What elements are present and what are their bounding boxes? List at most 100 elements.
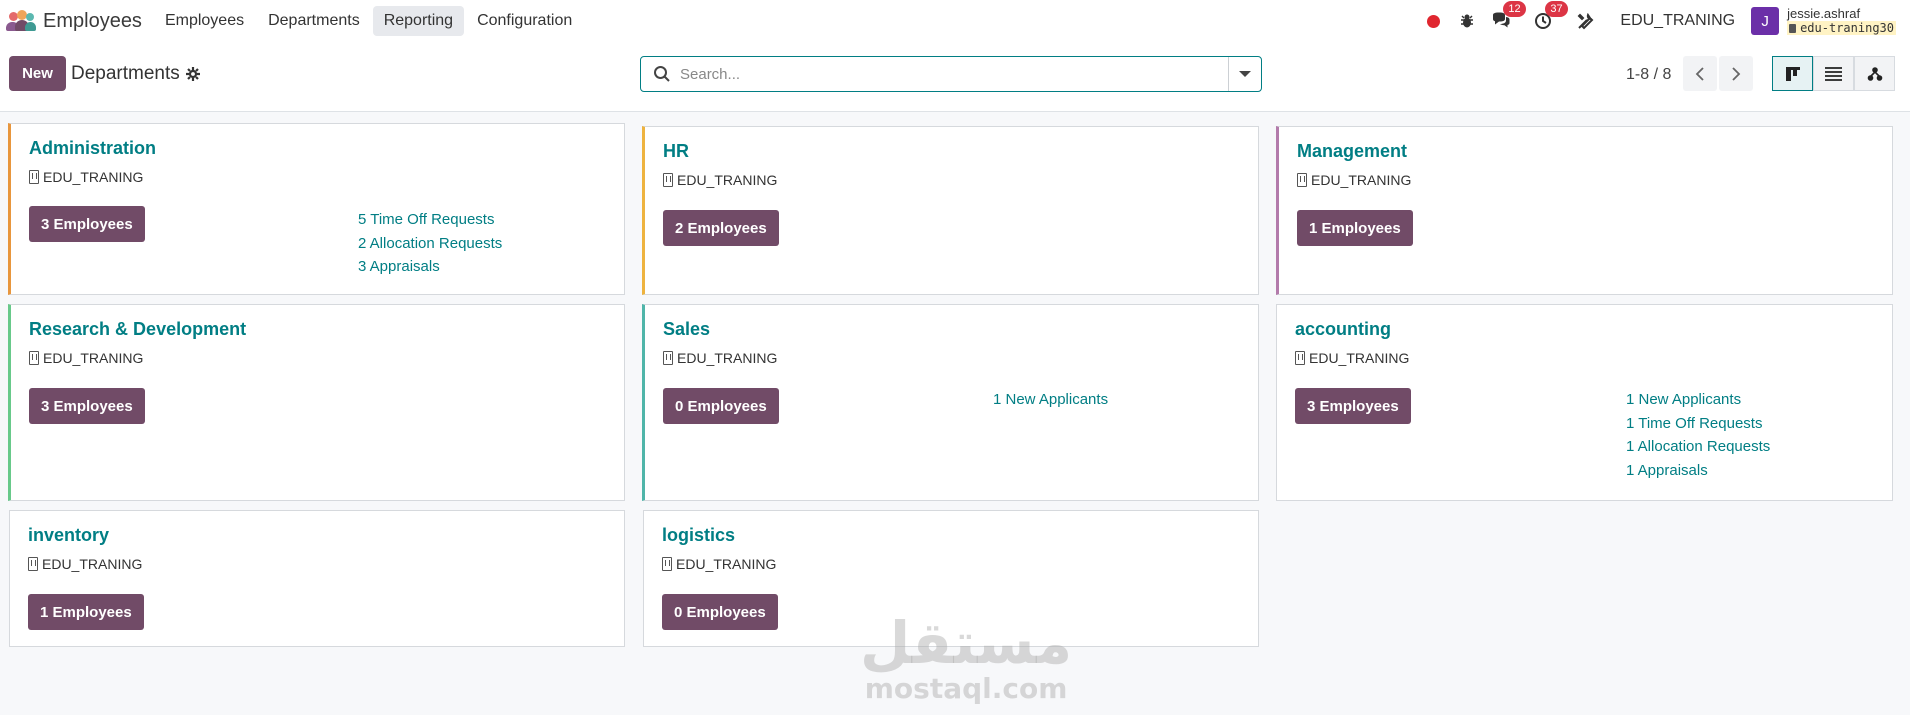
search-icon	[654, 66, 670, 82]
chevron-right-icon	[1732, 66, 1741, 81]
chevron-left-icon	[1695, 66, 1704, 81]
employees-button[interactable]: 0 Employees	[663, 388, 779, 424]
employees-button[interactable]: 3 Employees	[1295, 388, 1411, 424]
menu-employees[interactable]: Employees	[154, 6, 255, 36]
chat-icon[interactable]: 12	[1490, 1, 1526, 32]
department-company: EDU_TRANING	[662, 556, 776, 572]
company-label: EDU_TRANING	[677, 172, 778, 188]
building-icon	[663, 351, 673, 365]
pager-value[interactable]: 1-8 / 8	[1626, 66, 1671, 84]
department-company: EDU_TRANING	[1297, 172, 1411, 188]
department-name[interactable]: Management	[1297, 141, 1407, 162]
building-icon	[663, 173, 673, 187]
employees-button[interactable]: 1 Employees	[28, 594, 144, 630]
department-name[interactable]: Administration	[29, 138, 156, 159]
menu-reporting[interactable]: Reporting	[372, 6, 465, 36]
hierarchy-icon	[1867, 66, 1882, 81]
building-icon	[29, 351, 39, 365]
time-off-requests-link[interactable]: 5 Time Off Requests	[358, 208, 502, 232]
appraisals-link[interactable]: 3 Appraisals	[358, 255, 502, 279]
time-off-requests-link[interactable]: 1 Time Off Requests	[1626, 412, 1770, 436]
company-label: EDU_TRANING	[676, 556, 777, 572]
watermark: مستقل mostaql.com	[860, 612, 1072, 704]
department-stats: 1 New Applicants	[993, 388, 1108, 412]
department-name[interactable]: Sales	[663, 319, 710, 340]
department-card-administration[interactable]: Administration EDU_TRANING 3 Employees 5…	[8, 123, 625, 295]
company-label: EDU_TRANING	[677, 350, 778, 366]
building-icon	[28, 557, 38, 571]
breadcrumb: Departments	[71, 63, 180, 84]
view-switcher	[1772, 56, 1895, 91]
department-card-management[interactable]: Management EDU_TRANING 1 Employees	[1276, 126, 1893, 295]
department-company: EDU_TRANING	[28, 556, 142, 572]
avatar[interactable]: J	[1751, 7, 1780, 35]
menu-departments[interactable]: Departments	[257, 6, 371, 36]
kanban-view-button[interactable]	[1772, 56, 1813, 91]
department-name[interactable]: accounting	[1295, 319, 1391, 340]
employees-button[interactable]: 3 Employees	[29, 388, 145, 424]
list-icon	[1825, 66, 1842, 81]
list-view-button[interactable]	[1813, 56, 1854, 91]
record-dot-icon[interactable]	[1422, 10, 1444, 32]
department-card-research-development[interactable]: Research & Development EDU_TRANING 3 Emp…	[8, 304, 625, 501]
pager-next-button[interactable]	[1719, 56, 1753, 91]
company-label: EDU_TRANING	[43, 350, 144, 366]
database-icon	[1789, 23, 1797, 33]
search-bar	[640, 56, 1262, 92]
employees-button[interactable]: 1 Employees	[1297, 210, 1413, 246]
department-name[interactable]: inventory	[28, 525, 109, 546]
department-card-accounting[interactable]: accounting EDU_TRANING 3 Employees 1 New…	[1276, 304, 1893, 501]
hierarchy-view-button[interactable]	[1854, 56, 1895, 91]
allocation-requests-link[interactable]: 2 Allocation Requests	[358, 232, 502, 256]
bug-icon[interactable]	[1456, 10, 1478, 32]
department-stats: 5 Time Off Requests 2 Allocation Request…	[358, 208, 502, 279]
messages-count-badge: 12	[1503, 1, 1526, 17]
user-name: jessie.ashraf	[1787, 6, 1861, 21]
database-name: edu-traning30	[1787, 21, 1896, 35]
building-icon	[1295, 351, 1305, 365]
building-icon	[29, 170, 39, 184]
appraisals-link[interactable]: 1 Appraisals	[1626, 459, 1770, 483]
top-navbar: Employees Employees Departments Reportin…	[0, 0, 1910, 42]
employees-app-icon	[6, 10, 36, 32]
department-stats: 1 New Applicants 1 Time Off Requests 1 A…	[1626, 388, 1770, 482]
tools-icon[interactable]	[1574, 10, 1596, 32]
department-company: EDU_TRANING	[663, 172, 777, 188]
department-name[interactable]: HR	[663, 141, 689, 162]
gear-icon[interactable]	[185, 66, 201, 82]
department-company: EDU_TRANING	[29, 169, 143, 185]
new-button[interactable]: New	[9, 56, 66, 91]
pager-previous-button[interactable]	[1683, 56, 1717, 91]
department-card-hr[interactable]: HR EDU_TRANING 2 Employees	[642, 126, 1259, 295]
department-name[interactable]: Research & Development	[29, 319, 246, 340]
menu-configuration[interactable]: Configuration	[466, 6, 583, 36]
app-brand[interactable]: Employees	[6, 10, 142, 33]
department-company: EDU_TRANING	[1295, 350, 1409, 366]
building-icon	[662, 557, 672, 571]
search-options-toggle[interactable]	[1228, 57, 1261, 91]
employees-button[interactable]: 0 Employees	[662, 594, 778, 630]
database-label: edu-traning30	[1800, 21, 1894, 35]
company-label: EDU_TRANING	[42, 556, 143, 572]
department-company: EDU_TRANING	[29, 350, 143, 366]
app-title: Employees	[43, 9, 142, 32]
new-applicants-link[interactable]: 1 New Applicants	[1626, 388, 1770, 412]
department-card-sales[interactable]: Sales EDU_TRANING 0 Employees 1 New Appl…	[642, 304, 1259, 501]
control-panel: New Departments 1-8 / 8	[0, 42, 1910, 112]
company-label: EDU_TRANING	[1311, 172, 1412, 188]
search-input[interactable]	[680, 65, 1220, 83]
building-icon	[1297, 173, 1307, 187]
employees-button[interactable]: 3 Employees	[29, 206, 145, 242]
kanban-icon	[1785, 66, 1800, 81]
clock-icon[interactable]: 37	[1532, 1, 1568, 32]
employees-button[interactable]: 2 Employees	[663, 210, 779, 246]
user-menu[interactable]: jessie.ashraf edu-traning30	[1787, 7, 1896, 35]
company-switcher[interactable]: EDU_TRANING	[1620, 12, 1735, 30]
caret-down-icon	[1239, 71, 1251, 77]
department-name[interactable]: logistics	[662, 525, 735, 546]
allocation-requests-link[interactable]: 1 Allocation Requests	[1626, 435, 1770, 459]
department-card-inventory[interactable]: inventory EDU_TRANING 1 Employees	[9, 510, 625, 647]
watermark-latin: mostaql.com	[864, 672, 1068, 705]
new-applicants-link[interactable]: 1 New Applicants	[993, 388, 1108, 412]
watermark-arabic: مستقل	[860, 609, 1073, 677]
